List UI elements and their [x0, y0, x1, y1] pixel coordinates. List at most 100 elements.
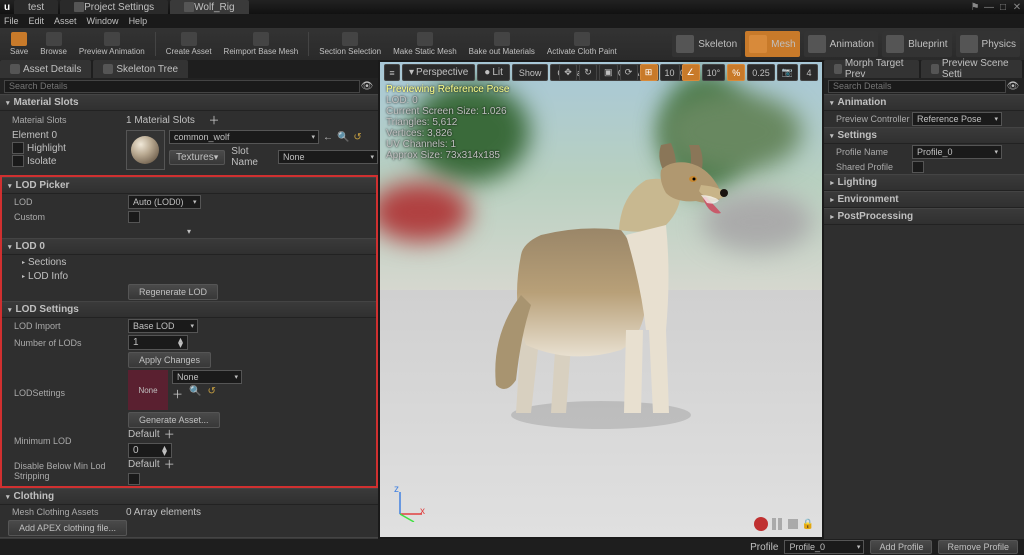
use-selected-icon[interactable]: ←: [323, 132, 333, 143]
menu-window[interactable]: Window: [87, 16, 119, 26]
add-material-slot-button[interactable]: ＋: [208, 112, 219, 128]
section-material-slots[interactable]: ▾Material Slots: [0, 94, 378, 111]
lod-dropdown[interactable]: Auto (LOD0): [128, 195, 201, 209]
textures-dropdown[interactable]: Textures▾: [169, 150, 225, 165]
cycle-icon[interactable]: ⟳: [620, 64, 638, 81]
scale-snap-button[interactable]: %: [727, 64, 745, 81]
lodsettings-thumbnail[interactable]: None: [128, 370, 168, 410]
find-in-browser-icon[interactable]: 🔍: [337, 132, 349, 143]
bake-materials-button[interactable]: Bake out Materials: [463, 29, 541, 59]
record-button[interactable]: [754, 517, 768, 531]
section-environment[interactable]: ▾Environment: [824, 191, 1024, 208]
section-animation[interactable]: ▾Animation: [824, 94, 1024, 111]
profile-label: Profile: [750, 542, 778, 553]
custom-checkbox[interactable]: [128, 211, 140, 223]
tab-blueprint[interactable]: Blueprint: [882, 31, 951, 57]
grid-snap-value[interactable]: 10: [660, 64, 680, 81]
preview-animation-button[interactable]: Preview Animation: [73, 29, 151, 59]
create-asset-button[interactable]: Create Asset: [160, 29, 218, 59]
tab-morph-target[interactable]: Morph Target Prev: [824, 60, 919, 78]
slot-name-field[interactable]: None: [278, 150, 378, 164]
transform-move-icon[interactable]: ✥: [559, 64, 577, 81]
apply-changes-button[interactable]: Apply Changes: [128, 352, 211, 368]
material-thumbnail[interactable]: [126, 130, 165, 170]
stop-button[interactable]: [788, 519, 798, 529]
camera-speed-value[interactable]: 4: [800, 64, 818, 81]
transform-scale-icon[interactable]: ▣: [599, 64, 618, 81]
menu-file[interactable]: File: [4, 16, 19, 26]
tab-preview-scene[interactable]: Preview Scene Setti: [921, 60, 1022, 78]
sections-label[interactable]: ▸Sections: [2, 257, 128, 268]
expand-icon[interactable]: ▾: [187, 227, 191, 236]
reset-icon[interactable]: ↺: [353, 132, 361, 143]
section-selection-button[interactable]: Section Selection: [313, 29, 387, 59]
remove-profile-button[interactable]: Remove Profile: [938, 540, 1018, 554]
material-dropdown[interactable]: common_wolf: [169, 130, 319, 144]
reset-lodsettings-icon[interactable]: ↺: [207, 386, 215, 402]
pause-button[interactable]: [772, 518, 784, 530]
angle-snap-value[interactable]: 10°: [702, 64, 726, 81]
add-lodsettings-icon[interactable]: ＋: [172, 386, 183, 402]
transform-rotate-icon[interactable]: ↻: [579, 64, 597, 81]
menu-help[interactable]: Help: [129, 16, 148, 26]
section-lod-settings[interactable]: ▾LOD Settings: [2, 301, 376, 318]
shared-profile-checkbox[interactable]: [912, 161, 924, 173]
notification-icon[interactable]: ⚑: [968, 1, 982, 13]
perspective-dropdown[interactable]: ▾Perspective: [402, 64, 475, 81]
eye-icon[interactable]: 👁: [360, 79, 374, 93]
tab-skeleton-tree[interactable]: Skeleton Tree: [93, 60, 188, 78]
section-lod-0[interactable]: ▾LOD 0: [2, 238, 376, 255]
section-postprocessing[interactable]: ▾PostProcessing: [824, 208, 1024, 225]
profile-dropdown[interactable]: Profile_0: [784, 540, 864, 554]
scale-snap-value[interactable]: 0.25: [747, 64, 775, 81]
show-dropdown[interactable]: Show: [512, 64, 549, 81]
tab-physics[interactable]: Physics: [956, 31, 1020, 57]
section-settings[interactable]: ▾Settings: [824, 127, 1024, 144]
search-details-input[interactable]: [4, 80, 360, 93]
camera-speed-button[interactable]: 📷: [777, 64, 798, 81]
save-button[interactable]: Save: [4, 29, 34, 59]
section-lod-picker[interactable]: ▾LOD Picker: [2, 177, 376, 194]
top-tab-project-settings[interactable]: Project Settings: [60, 0, 168, 14]
lodsettings-dropdown[interactable]: None: [172, 370, 242, 384]
tab-mesh[interactable]: Mesh: [745, 31, 799, 57]
lod-import-dropdown[interactable]: Base LOD: [128, 319, 198, 333]
grid-snap-button[interactable]: ⊞: [640, 64, 658, 81]
profile-name-field[interactable]: Profile_0: [912, 145, 1002, 159]
minimize-icon[interactable]: —: [982, 1, 996, 13]
browse-button[interactable]: Browse: [34, 29, 73, 59]
section-clothing[interactable]: ▾Clothing: [0, 488, 378, 505]
add-profile-button[interactable]: Add Profile: [870, 540, 932, 554]
activate-cloth-button[interactable]: Activate Cloth Paint: [541, 29, 623, 59]
disable-strip-checkbox[interactable]: [128, 473, 140, 485]
close-icon[interactable]: ✕: [1010, 1, 1024, 13]
tab-skeleton[interactable]: Skeleton: [672, 31, 741, 57]
isolate-checkbox[interactable]: [12, 155, 24, 167]
section-lighting[interactable]: ▾Lighting: [824, 174, 1024, 191]
add-min-lod-icon[interactable]: ＋: [164, 426, 175, 442]
lod-info-label[interactable]: ▸LOD Info: [2, 271, 128, 282]
tab-asset-details[interactable]: Asset Details: [0, 60, 91, 78]
search-preview-input[interactable]: [828, 80, 1006, 93]
section-mesh[interactable]: ▾Mesh: [0, 537, 378, 539]
top-tab-test[interactable]: test: [14, 0, 58, 14]
regenerate-lod-button[interactable]: Regenerate LOD: [128, 284, 218, 300]
maximize-icon[interactable]: □: [996, 1, 1010, 13]
top-tab-asset[interactable]: Wolf_Rig: [170, 0, 248, 14]
highlight-checkbox[interactable]: [12, 142, 24, 154]
lit-dropdown[interactable]: ●Lit: [477, 64, 510, 81]
find-lodsettings-icon[interactable]: 🔍: [189, 386, 201, 402]
tab-animation[interactable]: Animation: [804, 31, 878, 57]
num-lods-input[interactable]: 1▴▾: [128, 335, 188, 350]
lock-icon[interactable]: 🔒: [802, 519, 814, 530]
preview-controller-dropdown[interactable]: Reference Pose: [912, 112, 1002, 126]
add-disable-strip-icon[interactable]: ＋: [164, 456, 175, 472]
add-apex-button[interactable]: Add APEX clothing file...: [8, 520, 127, 536]
menu-asset[interactable]: Asset: [54, 16, 77, 26]
angle-snap-button[interactable]: ∠: [682, 64, 700, 81]
reimport-button[interactable]: Reimport Base Mesh: [218, 29, 305, 59]
eye-icon-right[interactable]: 👁: [1006, 79, 1020, 93]
viewport-options-button[interactable]: ≡: [384, 64, 400, 81]
make-static-mesh-button[interactable]: Make Static Mesh: [387, 29, 463, 59]
menu-edit[interactable]: Edit: [29, 16, 45, 26]
